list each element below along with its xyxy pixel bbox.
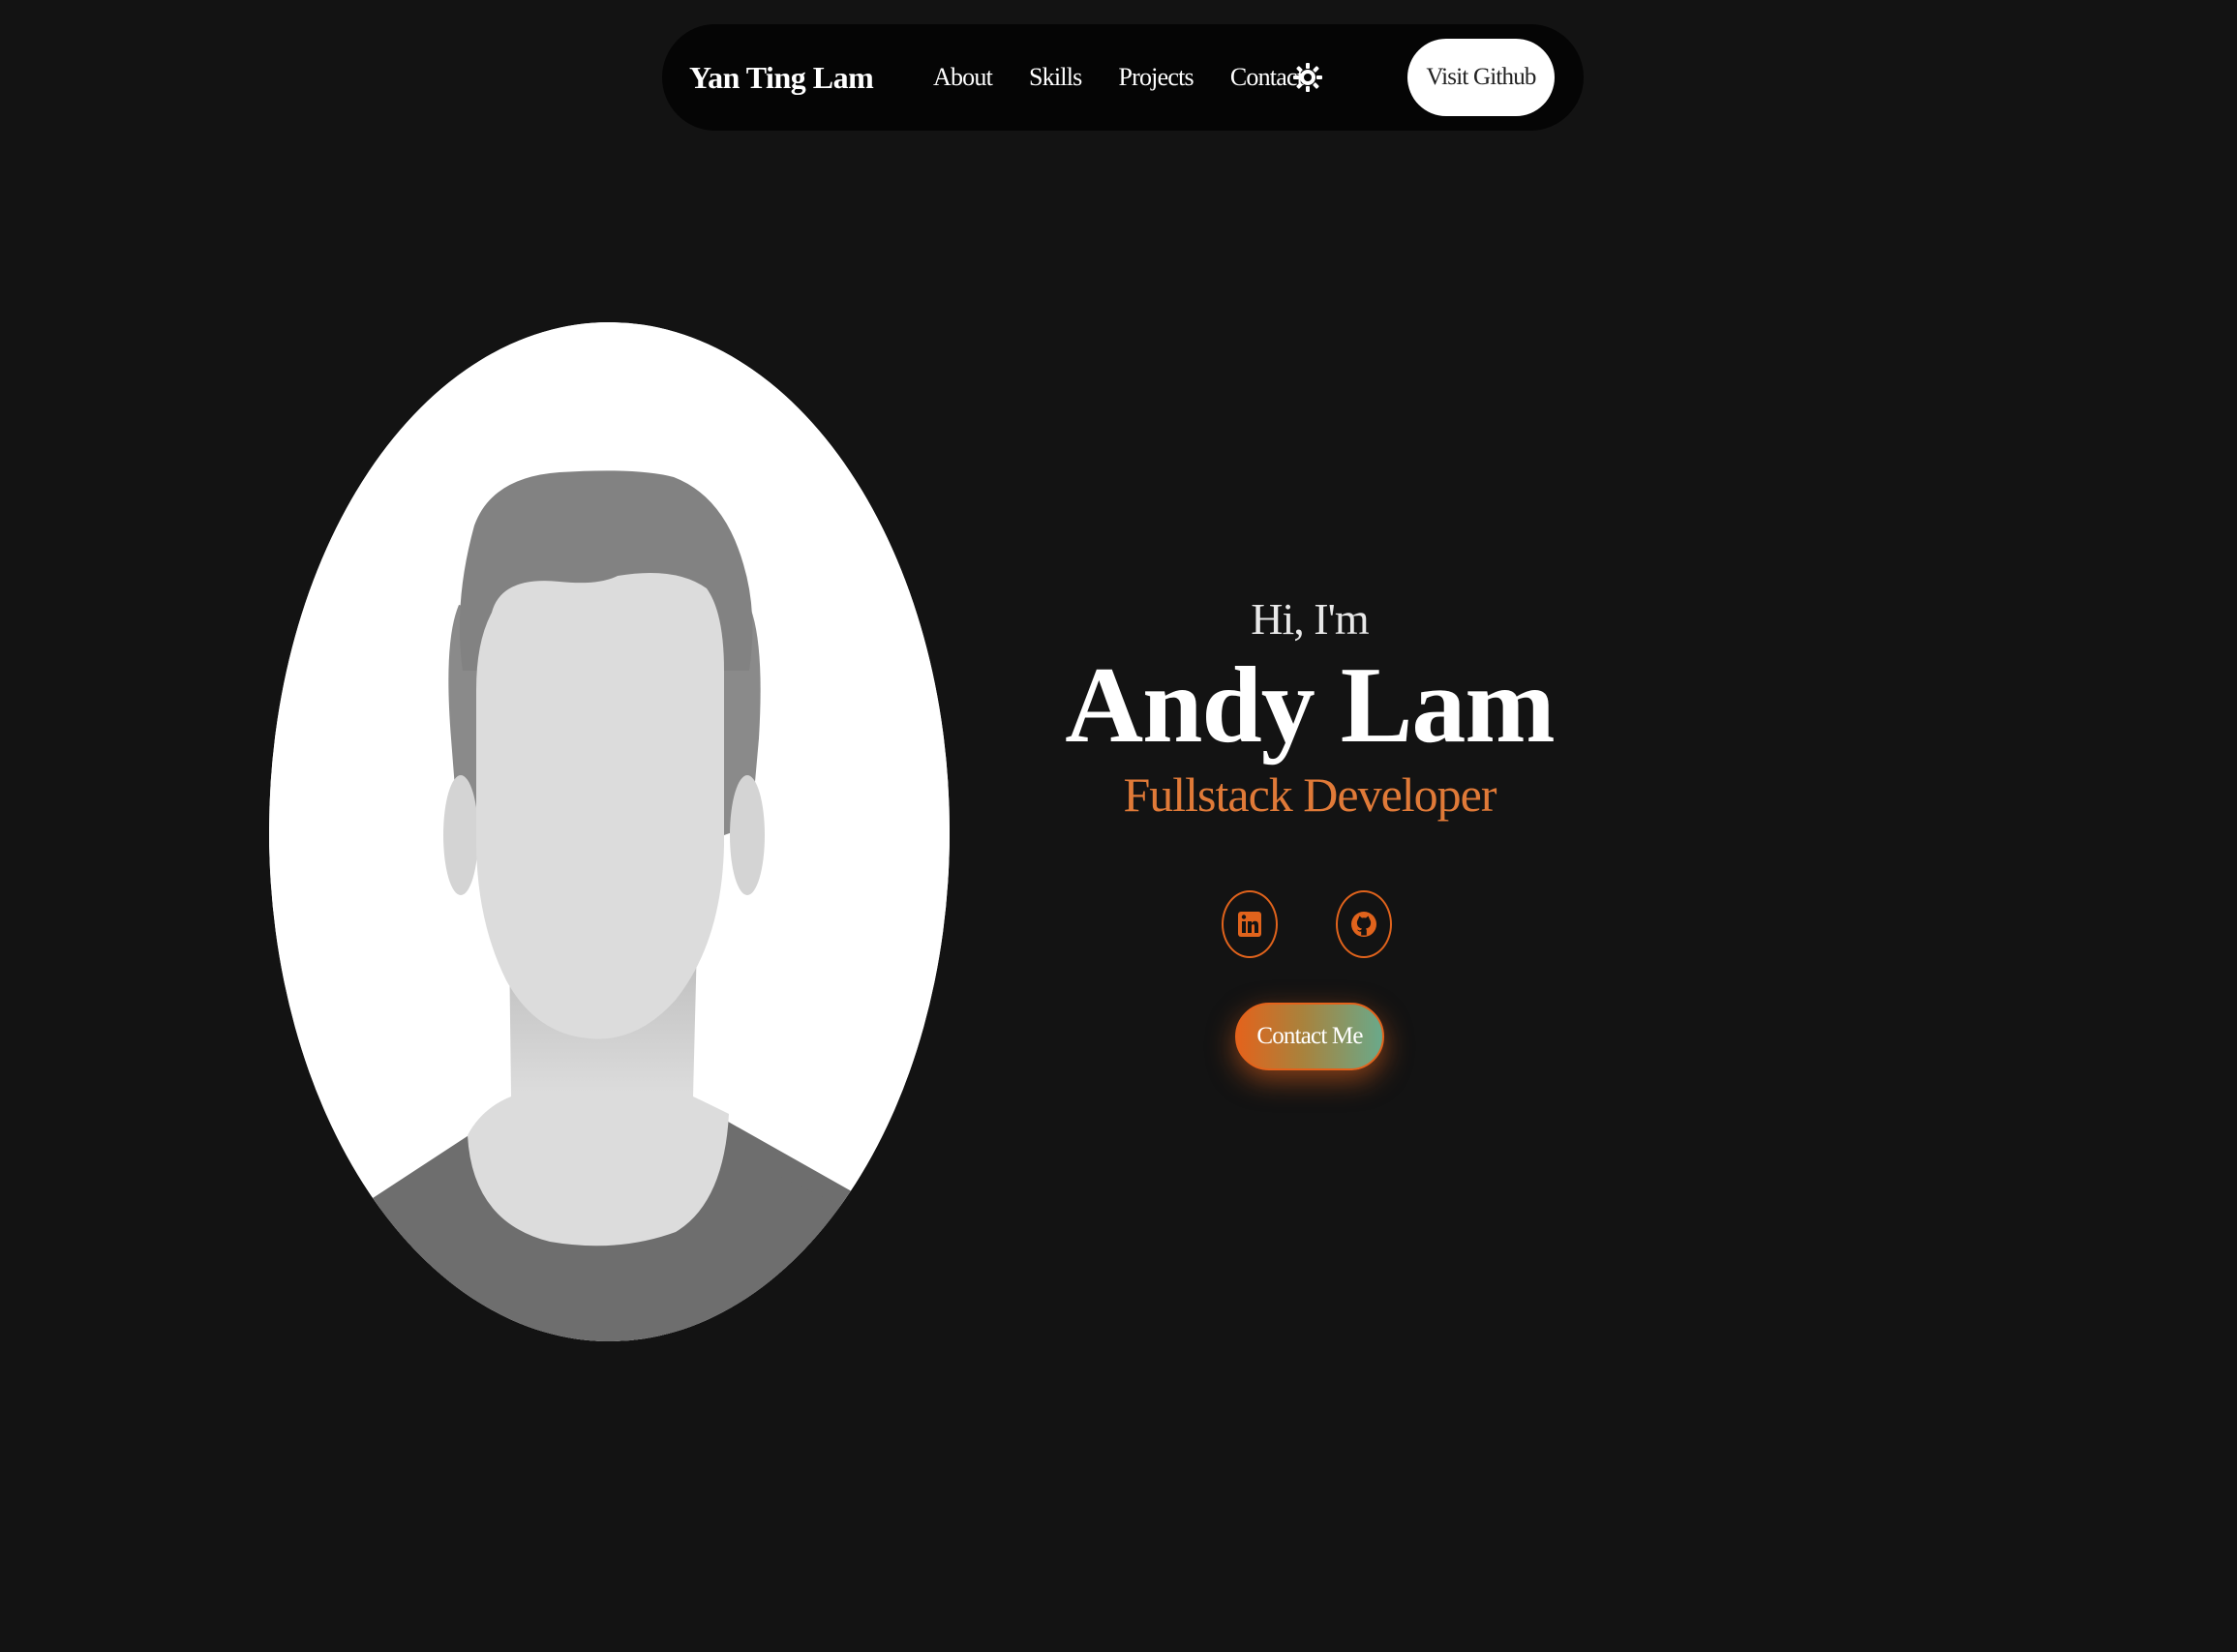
nav-brand[interactable]: Yan Ting Lam xyxy=(689,24,874,131)
hero-role: Fullstack Developer xyxy=(1123,766,1496,822)
nav-link-projects[interactable]: Projects xyxy=(1118,63,1194,92)
profile-avatar xyxy=(269,322,950,1341)
nav-link-about[interactable]: About xyxy=(933,63,993,92)
nav-links: About Skills Projects Contact xyxy=(933,24,1340,131)
linkedin-button[interactable] xyxy=(1222,890,1278,958)
sun-icon[interactable] xyxy=(1291,61,1324,94)
hero-section: Hi, I'm Andy Lam Fullstack Developer Con… xyxy=(1055,581,1564,1070)
contact-me-button[interactable]: Contact Me xyxy=(1235,1003,1384,1070)
linkedin-icon xyxy=(1238,912,1261,937)
github-button[interactable] xyxy=(1336,890,1392,958)
nav-link-skills[interactable]: Skills xyxy=(1029,63,1082,92)
visit-github-button[interactable]: Visit Github xyxy=(1407,39,1555,116)
default-avatar-illustration xyxy=(269,322,950,1341)
github-icon xyxy=(1351,912,1376,937)
hero-greeting: Hi, I'm xyxy=(1251,594,1369,644)
hero-name: Andy Lam xyxy=(1065,646,1555,766)
navbar: Yan Ting Lam About Skills Projects Conta… xyxy=(662,24,1584,131)
page: Yan Ting Lam About Skills Projects Conta… xyxy=(0,0,2237,1652)
social-links xyxy=(1055,890,1564,968)
